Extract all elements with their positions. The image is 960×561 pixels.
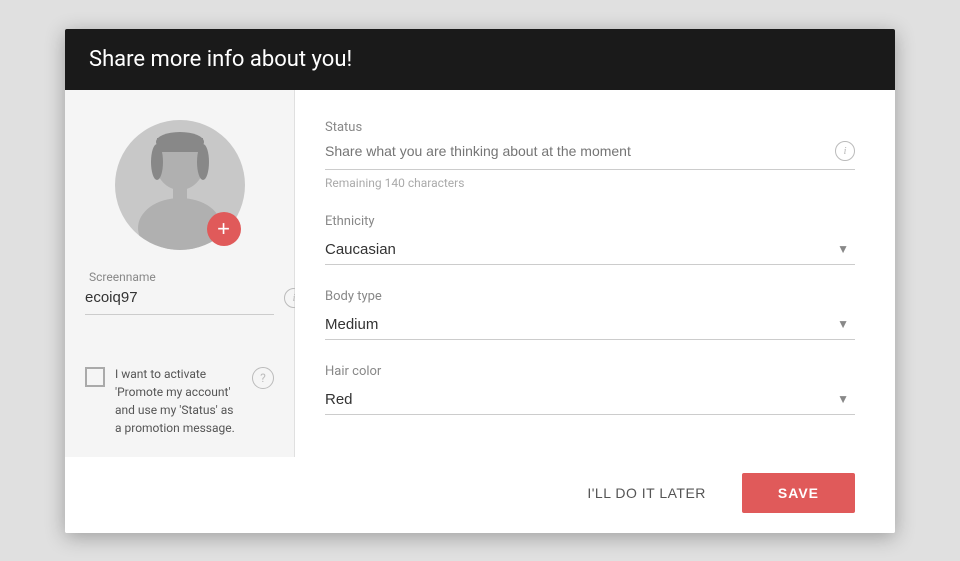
body-type-label: Body type bbox=[325, 289, 855, 304]
hair-color-select[interactable]: Black Brown Blonde Red Gray White Other bbox=[325, 385, 855, 414]
screenname-row: i bbox=[85, 288, 274, 315]
add-photo-button[interactable]: + bbox=[207, 212, 241, 246]
status-info-icon[interactable]: i bbox=[835, 141, 855, 161]
ethnicity-group: Ethnicity Caucasian African Asian Hispan… bbox=[325, 214, 855, 265]
modal-title: Share more info about you! bbox=[89, 47, 871, 72]
profile-modal: Share more info about you! bbox=[65, 29, 895, 533]
remaining-chars: Remaining 140 characters bbox=[325, 176, 855, 190]
hair-color-select-wrap: Black Brown Blonde Red Gray White Other … bbox=[325, 385, 855, 415]
hair-color-group: Hair color Black Brown Blonde Red Gray W… bbox=[325, 364, 855, 415]
ethnicity-label: Ethnicity bbox=[325, 214, 855, 229]
ethnicity-select[interactable]: Caucasian African Asian Hispanic Middle … bbox=[325, 235, 855, 264]
modal-header: Share more info about you! bbox=[65, 29, 895, 90]
modal-body: + Screenname i I want to activate 'Promo… bbox=[65, 90, 895, 457]
screenname-label: Screenname bbox=[89, 270, 156, 284]
body-type-select[interactable]: Slim Medium Athletic Large bbox=[325, 310, 855, 339]
promote-row: I want to activate 'Promote my account' … bbox=[85, 345, 274, 437]
body-type-select-wrap: Slim Medium Athletic Large ▼ bbox=[325, 310, 855, 340]
status-group: Status i Remaining 140 characters bbox=[325, 120, 855, 190]
body-type-group: Body type Slim Medium Athletic Large ▼ bbox=[325, 289, 855, 340]
modal-footer: I'LL DO IT LATER SAVE bbox=[65, 457, 895, 533]
left-panel: + Screenname i I want to activate 'Promo… bbox=[65, 90, 295, 457]
status-input[interactable] bbox=[325, 143, 835, 159]
status-row: i bbox=[325, 141, 855, 170]
later-button[interactable]: I'LL DO IT LATER bbox=[571, 475, 722, 511]
right-panel: Status i Remaining 140 characters Ethnic… bbox=[295, 90, 895, 457]
promote-help-icon[interactable]: ? bbox=[252, 367, 274, 389]
ethnicity-select-wrap: Caucasian African Asian Hispanic Middle … bbox=[325, 235, 855, 265]
hair-color-label: Hair color bbox=[325, 364, 855, 379]
promote-checkbox[interactable] bbox=[85, 367, 105, 387]
status-label: Status bbox=[325, 120, 855, 135]
promote-text: I want to activate 'Promote my account' … bbox=[115, 365, 242, 437]
save-button[interactable]: SAVE bbox=[742, 473, 855, 513]
screenname-input[interactable] bbox=[85, 289, 284, 306]
avatar-wrap: + bbox=[115, 120, 245, 250]
